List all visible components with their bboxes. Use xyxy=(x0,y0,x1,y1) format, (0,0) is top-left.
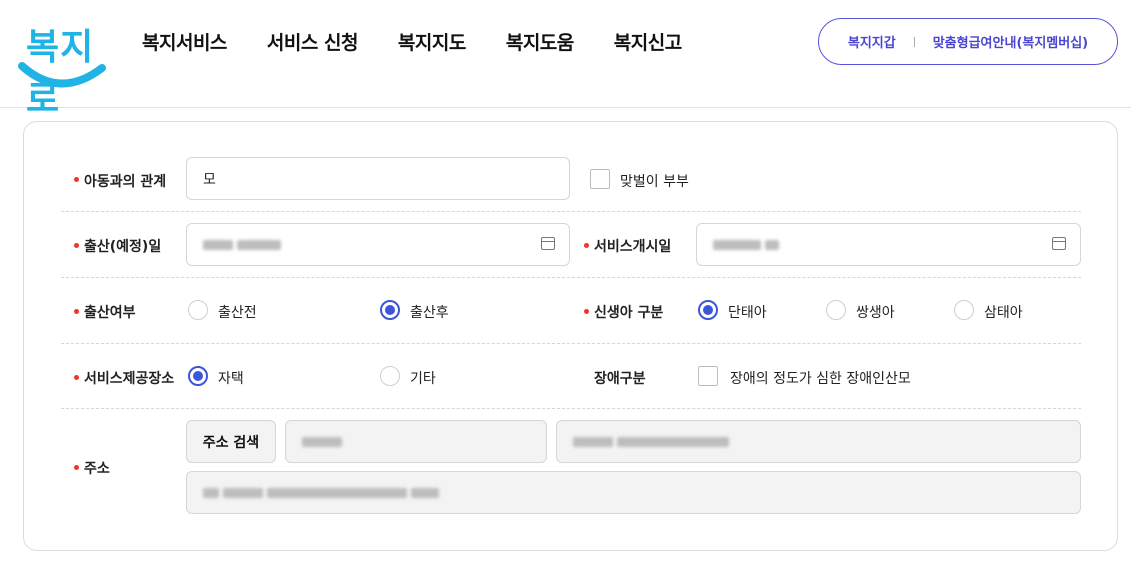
nav-service-apply[interactable]: 서비스 신청 xyxy=(267,28,359,55)
dual-income-checkbox[interactable] xyxy=(590,169,610,189)
birth-status-label: 출산여부 xyxy=(84,305,136,321)
bokjiro-logo[interactable]: 복지로 xyxy=(18,14,108,120)
service-start-label: 서비스개시일 xyxy=(594,239,672,255)
service-start-input[interactable] xyxy=(696,223,1081,266)
required-dot xyxy=(74,309,79,314)
required-dot xyxy=(74,177,79,182)
required-dot xyxy=(74,375,79,380)
redacted-text xyxy=(713,239,761,250)
radio-after-birth[interactable] xyxy=(380,300,400,320)
row-divider xyxy=(61,277,1081,278)
required-dot xyxy=(74,465,79,470)
nav-welfare-services[interactable]: 복지서비스 xyxy=(142,28,227,55)
row-divider xyxy=(61,343,1081,344)
birth-date-input[interactable] xyxy=(186,223,570,266)
redacted-text xyxy=(765,239,779,250)
address-detail-input[interactable] xyxy=(186,471,1081,514)
redacted-text xyxy=(302,436,342,447)
redacted-text xyxy=(573,436,613,447)
logo-smile-icon xyxy=(18,62,106,88)
option-twins: 쌍생아 xyxy=(856,305,895,321)
redacted-text xyxy=(267,487,407,498)
dual-income-label: 맞벌이 부부 xyxy=(620,174,689,190)
relation-value: 모 xyxy=(203,171,216,188)
row-divider xyxy=(61,211,1081,212)
option-triplets: 삼태아 xyxy=(984,305,1023,321)
relation-input[interactable]: 모 xyxy=(186,157,570,200)
pill-divider xyxy=(913,36,915,47)
disability-checkbox[interactable] xyxy=(698,366,718,386)
redacted-text xyxy=(223,487,263,498)
radio-singleton[interactable] xyxy=(698,300,718,320)
main-nav: 복지서비스 서비스 신청 복지지도 복지도움 복지신고 xyxy=(142,28,722,55)
relation-label: 아동과의 관계 xyxy=(84,174,167,190)
address-input[interactable] xyxy=(556,420,1081,463)
required-dot xyxy=(74,243,79,248)
radio-home[interactable] xyxy=(188,366,208,386)
redacted-text xyxy=(203,239,233,250)
disability-option-label: 장애의 정도가 심한 장애인산모 xyxy=(730,371,911,387)
redacted-text xyxy=(203,487,219,498)
birth-date-label: 출산(예정)일 xyxy=(84,239,162,255)
option-before-birth: 출산전 xyxy=(218,305,257,321)
address-search-button[interactable]: 주소 검색 xyxy=(186,420,276,463)
required-dot xyxy=(584,243,589,248)
service-place-label: 서비스제공장소 xyxy=(84,371,175,387)
disability-label: 장애구분 xyxy=(594,371,646,387)
radio-twins[interactable] xyxy=(826,300,846,320)
top-pill-menu: 복지지갑 맞춤형급여안내(복지멤버십) xyxy=(818,18,1118,65)
postcode-input[interactable] xyxy=(285,420,547,463)
site-header: 복지로 복지서비스 서비스 신청 복지지도 복지도움 복지신고 복지지갑 맞춤형… xyxy=(0,0,1131,120)
welfare-wallet-link[interactable]: 복지지갑 xyxy=(848,32,896,51)
nav-welfare-report[interactable]: 복지신고 xyxy=(614,28,682,55)
custom-benefit-link[interactable]: 맞춤형급여안내(복지멤버십) xyxy=(933,32,1088,51)
option-other: 기타 xyxy=(410,371,436,387)
address-label: 주소 xyxy=(84,461,110,477)
row-divider xyxy=(61,408,1081,409)
radio-triplets[interactable] xyxy=(954,300,974,320)
option-singleton: 단태아 xyxy=(728,305,767,321)
required-dot xyxy=(584,309,589,314)
option-home: 자택 xyxy=(218,371,244,387)
radio-other[interactable] xyxy=(380,366,400,386)
nav-welfare-help[interactable]: 복지도움 xyxy=(506,28,574,55)
calendar-icon[interactable] xyxy=(1052,237,1066,250)
nav-welfare-map[interactable]: 복지지도 xyxy=(398,28,466,55)
redacted-text xyxy=(411,487,439,498)
redacted-text xyxy=(237,239,281,250)
newborn-type-label: 신생아 구분 xyxy=(594,305,664,321)
option-after-birth: 출산후 xyxy=(410,305,449,321)
calendar-icon[interactable] xyxy=(541,237,555,250)
redacted-text xyxy=(617,436,729,447)
radio-before-birth[interactable] xyxy=(188,300,208,320)
